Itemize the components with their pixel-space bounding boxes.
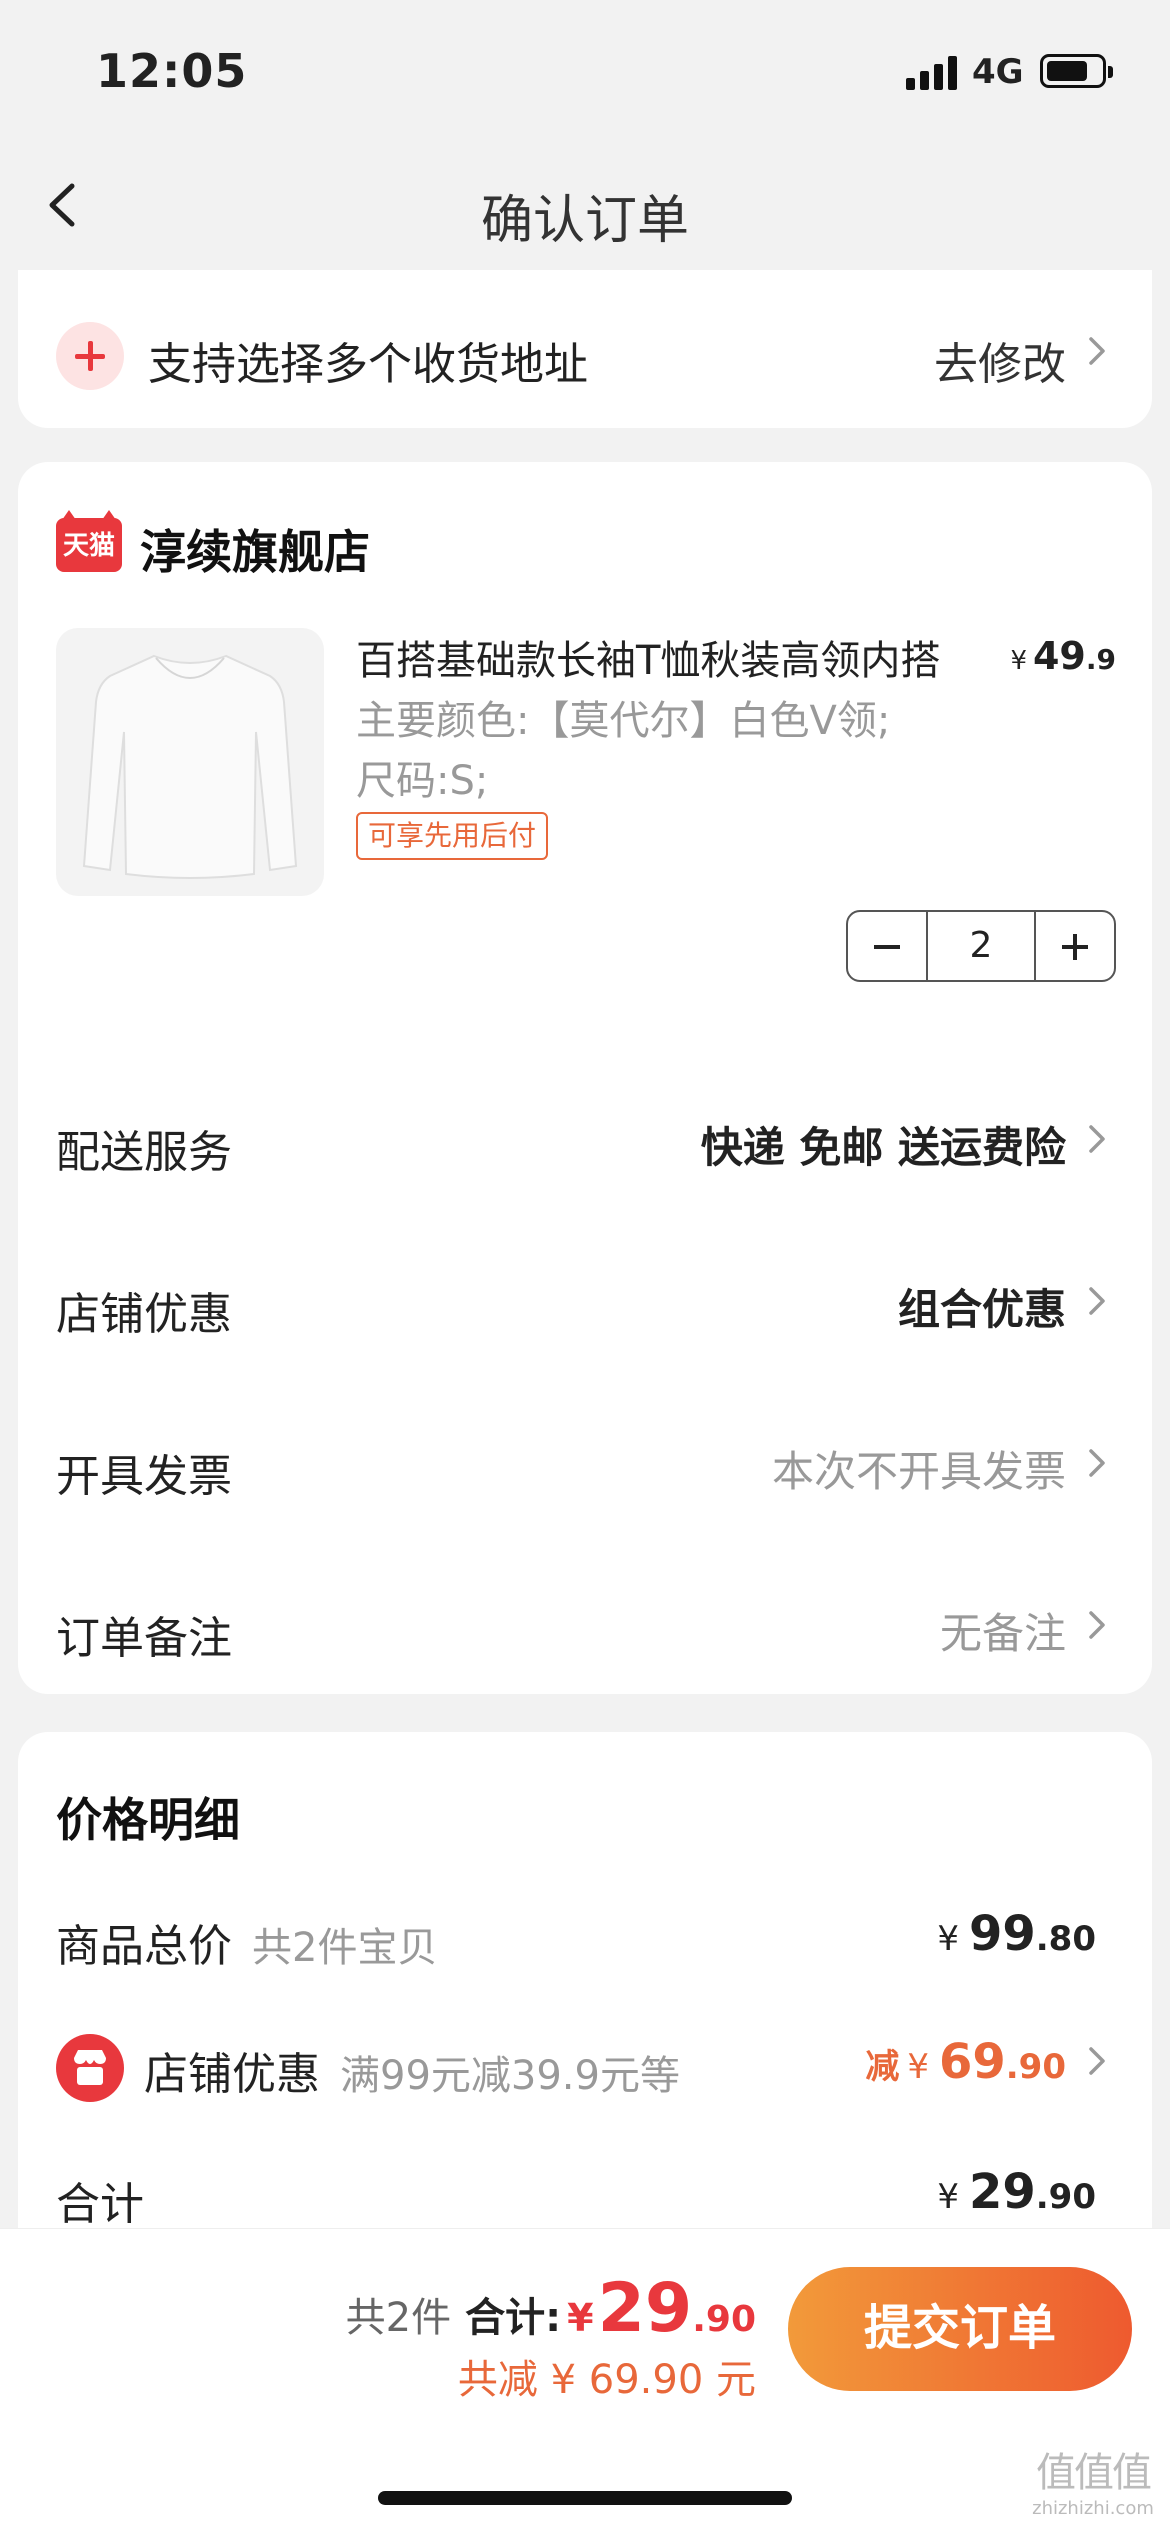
shop-name[interactable]: 淳续旗舰店 xyxy=(140,516,370,582)
address-card[interactable]: 支持选择多个收货地址 去修改 xyxy=(18,270,1152,428)
goods-total-label: 商品总价 共2件宝贝 xyxy=(56,1921,438,1972)
saved-amount: 共减 ¥ 69.90 元 xyxy=(457,2357,756,2403)
product-color-spec[interactable]: 主要颜色:【莫代尔】白色V领; xyxy=(356,688,890,746)
shop-discount-label: 店铺优惠 xyxy=(56,1289,232,1340)
quantity-stepper: 2 xyxy=(846,910,1116,982)
plus-icon xyxy=(56,322,124,390)
shop-discount-icon xyxy=(56,2034,124,2102)
chevron-right-icon xyxy=(1080,1284,1114,1318)
status-bar: 12:05 4G xyxy=(0,0,1170,140)
invoice-value[interactable]: 本次不开具发票 xyxy=(772,1438,1066,1499)
remark-label: 订单备注 xyxy=(56,1613,232,1664)
product-price: ¥49.9 xyxy=(1010,634,1116,678)
total-label: 合计 xyxy=(56,2179,144,2230)
chevron-right-icon xyxy=(1080,334,1114,368)
network-type: 4G xyxy=(972,52,1024,92)
invoice-label: 开具发票 xyxy=(56,1451,232,1502)
nav-bar: 确认订单 xyxy=(0,140,1170,270)
goods-count: 共2件宝贝 xyxy=(252,1925,438,1971)
order-card: 天猫 淳续旗舰店 百搭基础款长袖T恤秋装高领内搭 ¥49.9 主要颜色:【莫代尔… xyxy=(18,462,1152,1694)
address-edit-link[interactable]: 去修改 xyxy=(934,328,1066,392)
address-text: 支持选择多个收货地址 xyxy=(148,339,588,390)
remark-value[interactable]: 无备注 xyxy=(940,1600,1066,1661)
price-detail-card: 价格明细 商品总价 共2件宝贝 ¥99.80 店铺优惠 满99元减39.9元等 减 ¥… xyxy=(18,1732,1152,2292)
price-detail-title: 价格明细 xyxy=(56,1793,240,1847)
product-size-spec[interactable]: 尺码:S; xyxy=(356,748,488,806)
tmall-logo: 天猫 xyxy=(56,510,122,572)
watermark: 值值值 zhizhizhi.com xyxy=(1018,2440,1168,2519)
increase-quantity-button[interactable] xyxy=(1036,912,1114,980)
watermark-url: zhizhizhi.com xyxy=(1032,2498,1154,2519)
shop-discount-amount[interactable]: 减 ¥69.90 xyxy=(865,2034,1066,2090)
submit-order-button[interactable]: 提交订单 xyxy=(788,2267,1132,2391)
watermark-logo: 值值值 xyxy=(1036,2450,1152,2496)
chevron-right-icon xyxy=(1080,2044,1114,2078)
shop-discount-rule: 满99元减39.9元等 xyxy=(340,2053,680,2099)
shop-discount-value[interactable]: 组合优惠 xyxy=(898,1276,1066,1337)
chevron-right-icon xyxy=(1080,1122,1114,1156)
checkout-total: 共2件 合计: ¥29.90 xyxy=(345,2269,756,2348)
home-indicator xyxy=(378,2491,792,2505)
page-title: 确认订单 xyxy=(480,191,689,251)
shop-discount-detail-label: 店铺优惠 满99元减39.9元等 xyxy=(144,2049,680,2100)
item-count: 共2件 xyxy=(345,2295,452,2341)
chevron-right-icon xyxy=(1080,1446,1114,1480)
battery-icon xyxy=(1040,54,1113,88)
delivery-value[interactable]: 快递 免邮 送运费险 xyxy=(701,1114,1066,1175)
signal-icon xyxy=(906,54,958,90)
status-time: 12:05 xyxy=(96,44,248,98)
quantity-value[interactable]: 2 xyxy=(926,912,1036,980)
pay-later-tag: 可享先用后付 xyxy=(356,812,549,860)
decrease-quantity-button[interactable] xyxy=(848,912,926,980)
product-title[interactable]: 百搭基础款长袖T恤秋装高领内搭 xyxy=(356,628,996,686)
total-amount: ¥29.90 xyxy=(937,2164,1096,2220)
goods-total-amount: ¥99.80 xyxy=(937,1906,1096,1962)
checkout-bar: 共2件 合计: ¥29.90 共减 ¥ 69.90 元 提交订单 xyxy=(0,2228,1170,2532)
chevron-right-icon xyxy=(1080,1608,1114,1642)
product-image[interactable] xyxy=(56,628,324,896)
delivery-label: 配送服务 xyxy=(56,1127,232,1178)
